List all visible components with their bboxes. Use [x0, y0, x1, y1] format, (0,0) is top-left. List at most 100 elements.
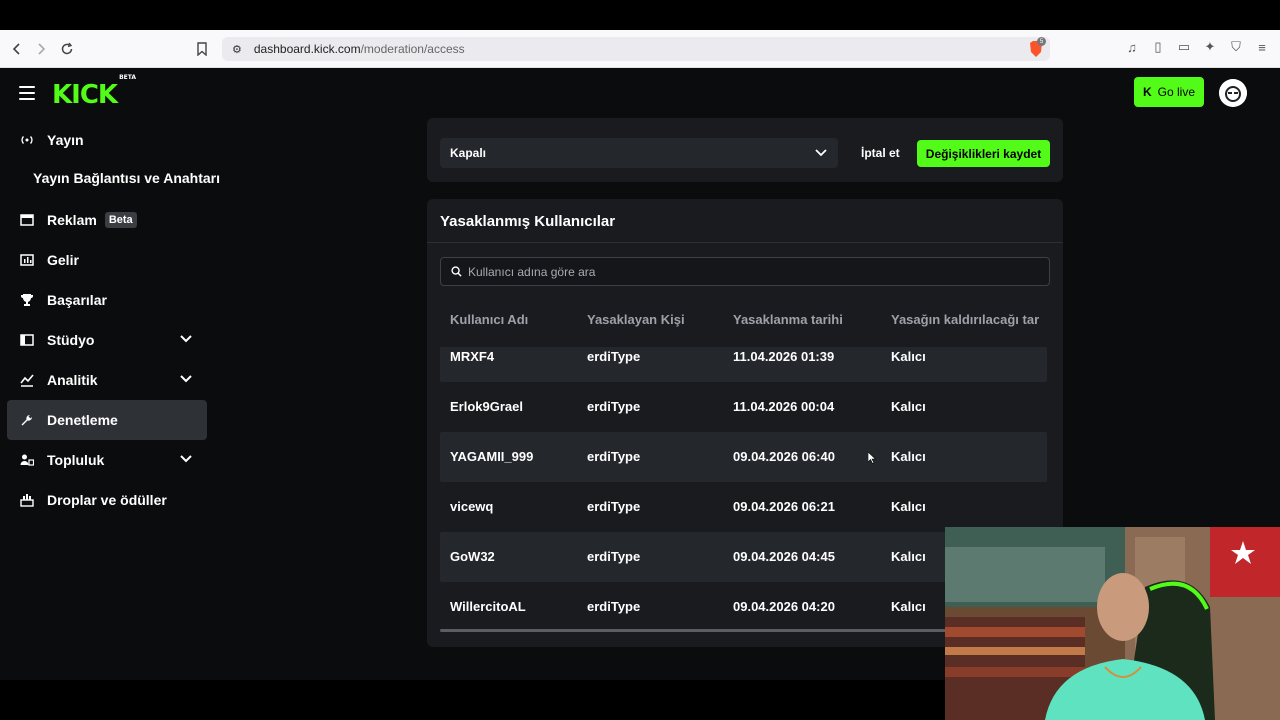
beta-badge: Beta: [104, 212, 137, 228]
sidebar-item-analitik[interactable]: Analitik: [7, 360, 207, 400]
go-live-button[interactable]: K Go live: [1134, 77, 1204, 107]
table-row[interactable]: vicewq erdiType 09.04.2026 06:21 Kalıcı: [440, 482, 1047, 532]
trophy-icon: [19, 292, 35, 308]
sidebar-item-reklam[interactable]: Reklam Beta: [7, 200, 207, 240]
sidebar-item-topluluk[interactable]: Topluluk: [7, 440, 207, 480]
cell-username: MRXF4: [450, 349, 495, 364]
sidebar-item-yayin[interactable]: Yayın: [7, 120, 207, 160]
music-icon[interactable]: ♫: [1124, 39, 1140, 55]
cell-unban-date: Kalıcı: [891, 549, 926, 564]
sidebar-item-label: Stüdyo: [47, 332, 95, 348]
sidebar-item-studyo[interactable]: Stüdyo: [7, 320, 207, 360]
studio-icon: [19, 332, 35, 348]
chevron-down-icon[interactable]: [179, 372, 193, 386]
cell-banned-date: 11.04.2026 00:04: [733, 399, 835, 414]
column-header-username[interactable]: Kullanıcı Adı: [450, 312, 528, 327]
revenue-icon: [19, 252, 35, 268]
address-bar[interactable]: ⚙ dashboard.kick.com/moderation/access: [222, 37, 1050, 61]
sidebar-item-label: Başarılar: [47, 292, 107, 308]
cell-banned-by: erdiType: [587, 399, 641, 414]
sidebar-item-label: Denetleme: [47, 412, 118, 428]
chevron-down-icon[interactable]: [179, 452, 193, 466]
sidebar-item-gelir[interactable]: Gelir: [7, 240, 207, 280]
brave-shields-icon[interactable]: 5: [1028, 37, 1046, 58]
select-value: Kapalı: [450, 146, 487, 160]
sidebar-subitem-stream-key[interactable]: Yayın Bağlantısı ve Anahtarı: [33, 170, 220, 186]
column-header-banned-by[interactable]: Yasaklayan Kişi: [587, 312, 685, 327]
site-settings-icon[interactable]: ⚙: [232, 43, 242, 56]
sidebar-item-label: Analitik: [47, 372, 98, 388]
cell-banned-date: 09.04.2026 04:20: [733, 599, 835, 614]
cell-username: Erlok9Grael: [450, 399, 523, 414]
ban-setting-select[interactable]: Kapalı: [440, 138, 838, 168]
avatar[interactable]: [1219, 79, 1247, 107]
cell-unban-date: Kalıcı: [891, 449, 926, 464]
sidebar-item-label: Gelir: [47, 252, 79, 268]
table-row[interactable]: MRXF4 erdiType 11.04.2026 01:39 Kalıcı: [440, 347, 1047, 382]
sidebar-toggle-icon[interactable]: ▯: [1150, 39, 1166, 55]
brave-badge: 5: [1037, 37, 1046, 46]
cell-banned-by: erdiType: [587, 499, 641, 514]
cell-username: vicewq: [450, 499, 494, 514]
search-input[interactable]: [468, 264, 1028, 279]
bookmark-icon[interactable]: [190, 37, 214, 61]
back-icon[interactable]: [5, 37, 29, 61]
ad-icon: [19, 212, 35, 228]
cell-banned-date: 11.04.2026 01:39: [733, 349, 835, 364]
sidebar-item-label: Reklam: [47, 212, 97, 228]
cell-unban-date: Kalıcı: [891, 349, 926, 364]
leo-ai-icon[interactable]: ✦: [1202, 39, 1218, 55]
chevron-down-icon[interactable]: [179, 332, 193, 346]
community-icon: [19, 452, 35, 468]
reload-icon[interactable]: [55, 37, 79, 61]
horizontal-scrollbar[interactable]: [440, 629, 960, 632]
vpn-icon[interactable]: ⛉: [1228, 39, 1244, 55]
cell-username: GoW32: [450, 549, 495, 564]
sidebar-item-label: Topluluk: [47, 452, 105, 468]
url-host: dashboard.kick.com: [253, 42, 361, 56]
hamburger-menu-icon[interactable]: [19, 86, 35, 100]
search-icon: [451, 266, 462, 277]
cell-banned-date: 09.04.2026 06:21: [733, 499, 835, 514]
panel-title: Yasaklanmış Kullanıcılar: [440, 213, 616, 230]
cell-banned-by: erdiType: [587, 599, 641, 614]
sidebar-item-basarilar[interactable]: Başarılar: [7, 280, 207, 320]
sidebar-item-label: Yayın: [47, 132, 84, 148]
table-header: Kullanıcı Adı Yasaklayan Kişi Yasaklanma…: [440, 312, 1050, 334]
wallet-icon[interactable]: ▭: [1176, 39, 1192, 55]
cell-unban-date: Kalıcı: [891, 499, 926, 514]
save-changes-button[interactable]: Değişiklikleri kaydet: [917, 140, 1050, 167]
cell-banned-by: erdiType: [587, 449, 641, 464]
column-header-unban-date[interactable]: Yasağın kaldırılacağı tar: [891, 312, 1039, 327]
browser-toolbar: ⚙ dashboard.kick.com/moderation/access 5…: [0, 30, 1280, 68]
cell-unban-date: Kalıcı: [891, 399, 926, 414]
url-path: /moderation/access: [360, 42, 465, 56]
column-header-banned-date[interactable]: Yasaklanma tarihi: [733, 312, 843, 327]
sidebar-item-droplar[interactable]: Droplar ve ödüller: [7, 480, 207, 520]
cell-banned-date: 09.04.2026 04:45: [733, 549, 835, 564]
go-live-label: Go live: [1157, 85, 1196, 99]
cancel-button[interactable]: İptal et: [861, 146, 900, 160]
forward-icon[interactable]: [29, 37, 53, 61]
sidebar-item-denetleme[interactable]: Denetleme: [7, 400, 207, 440]
cell-username: WillercitoAL: [450, 599, 526, 614]
top-letterbox: [0, 0, 1280, 30]
kick-logo[interactable]: KICKBETA: [52, 74, 136, 110]
cell-unban-date: Kalıcı: [891, 599, 926, 614]
ban-settings-panel: Kapalı İptal et Değişiklikleri kaydet: [427, 118, 1063, 182]
drops-icon: [19, 492, 35, 508]
mouse-cursor-icon: [868, 452, 876, 464]
chart-icon: [19, 372, 35, 388]
search-box[interactable]: [440, 257, 1050, 286]
table-row[interactable]: YAGAMII_999 erdiType 09.04.2026 06:40 Ka…: [440, 432, 1047, 482]
cell-banned-by: erdiType: [587, 549, 641, 564]
divider: [427, 242, 1063, 243]
menu-icon[interactable]: ≡: [1254, 39, 1270, 55]
chevron-down-icon: [815, 149, 827, 157]
wrench-icon: [19, 412, 35, 428]
kick-k-icon: K: [1142, 85, 1152, 99]
webcam-overlay: [945, 527, 1280, 720]
cell-banned-date: 09.04.2026 06:40: [733, 449, 835, 464]
table-row[interactable]: Erlok9Grael erdiType 11.04.2026 00:04 Ka…: [440, 382, 1047, 432]
sidebar-item-label: Droplar ve ödüller: [47, 492, 167, 508]
